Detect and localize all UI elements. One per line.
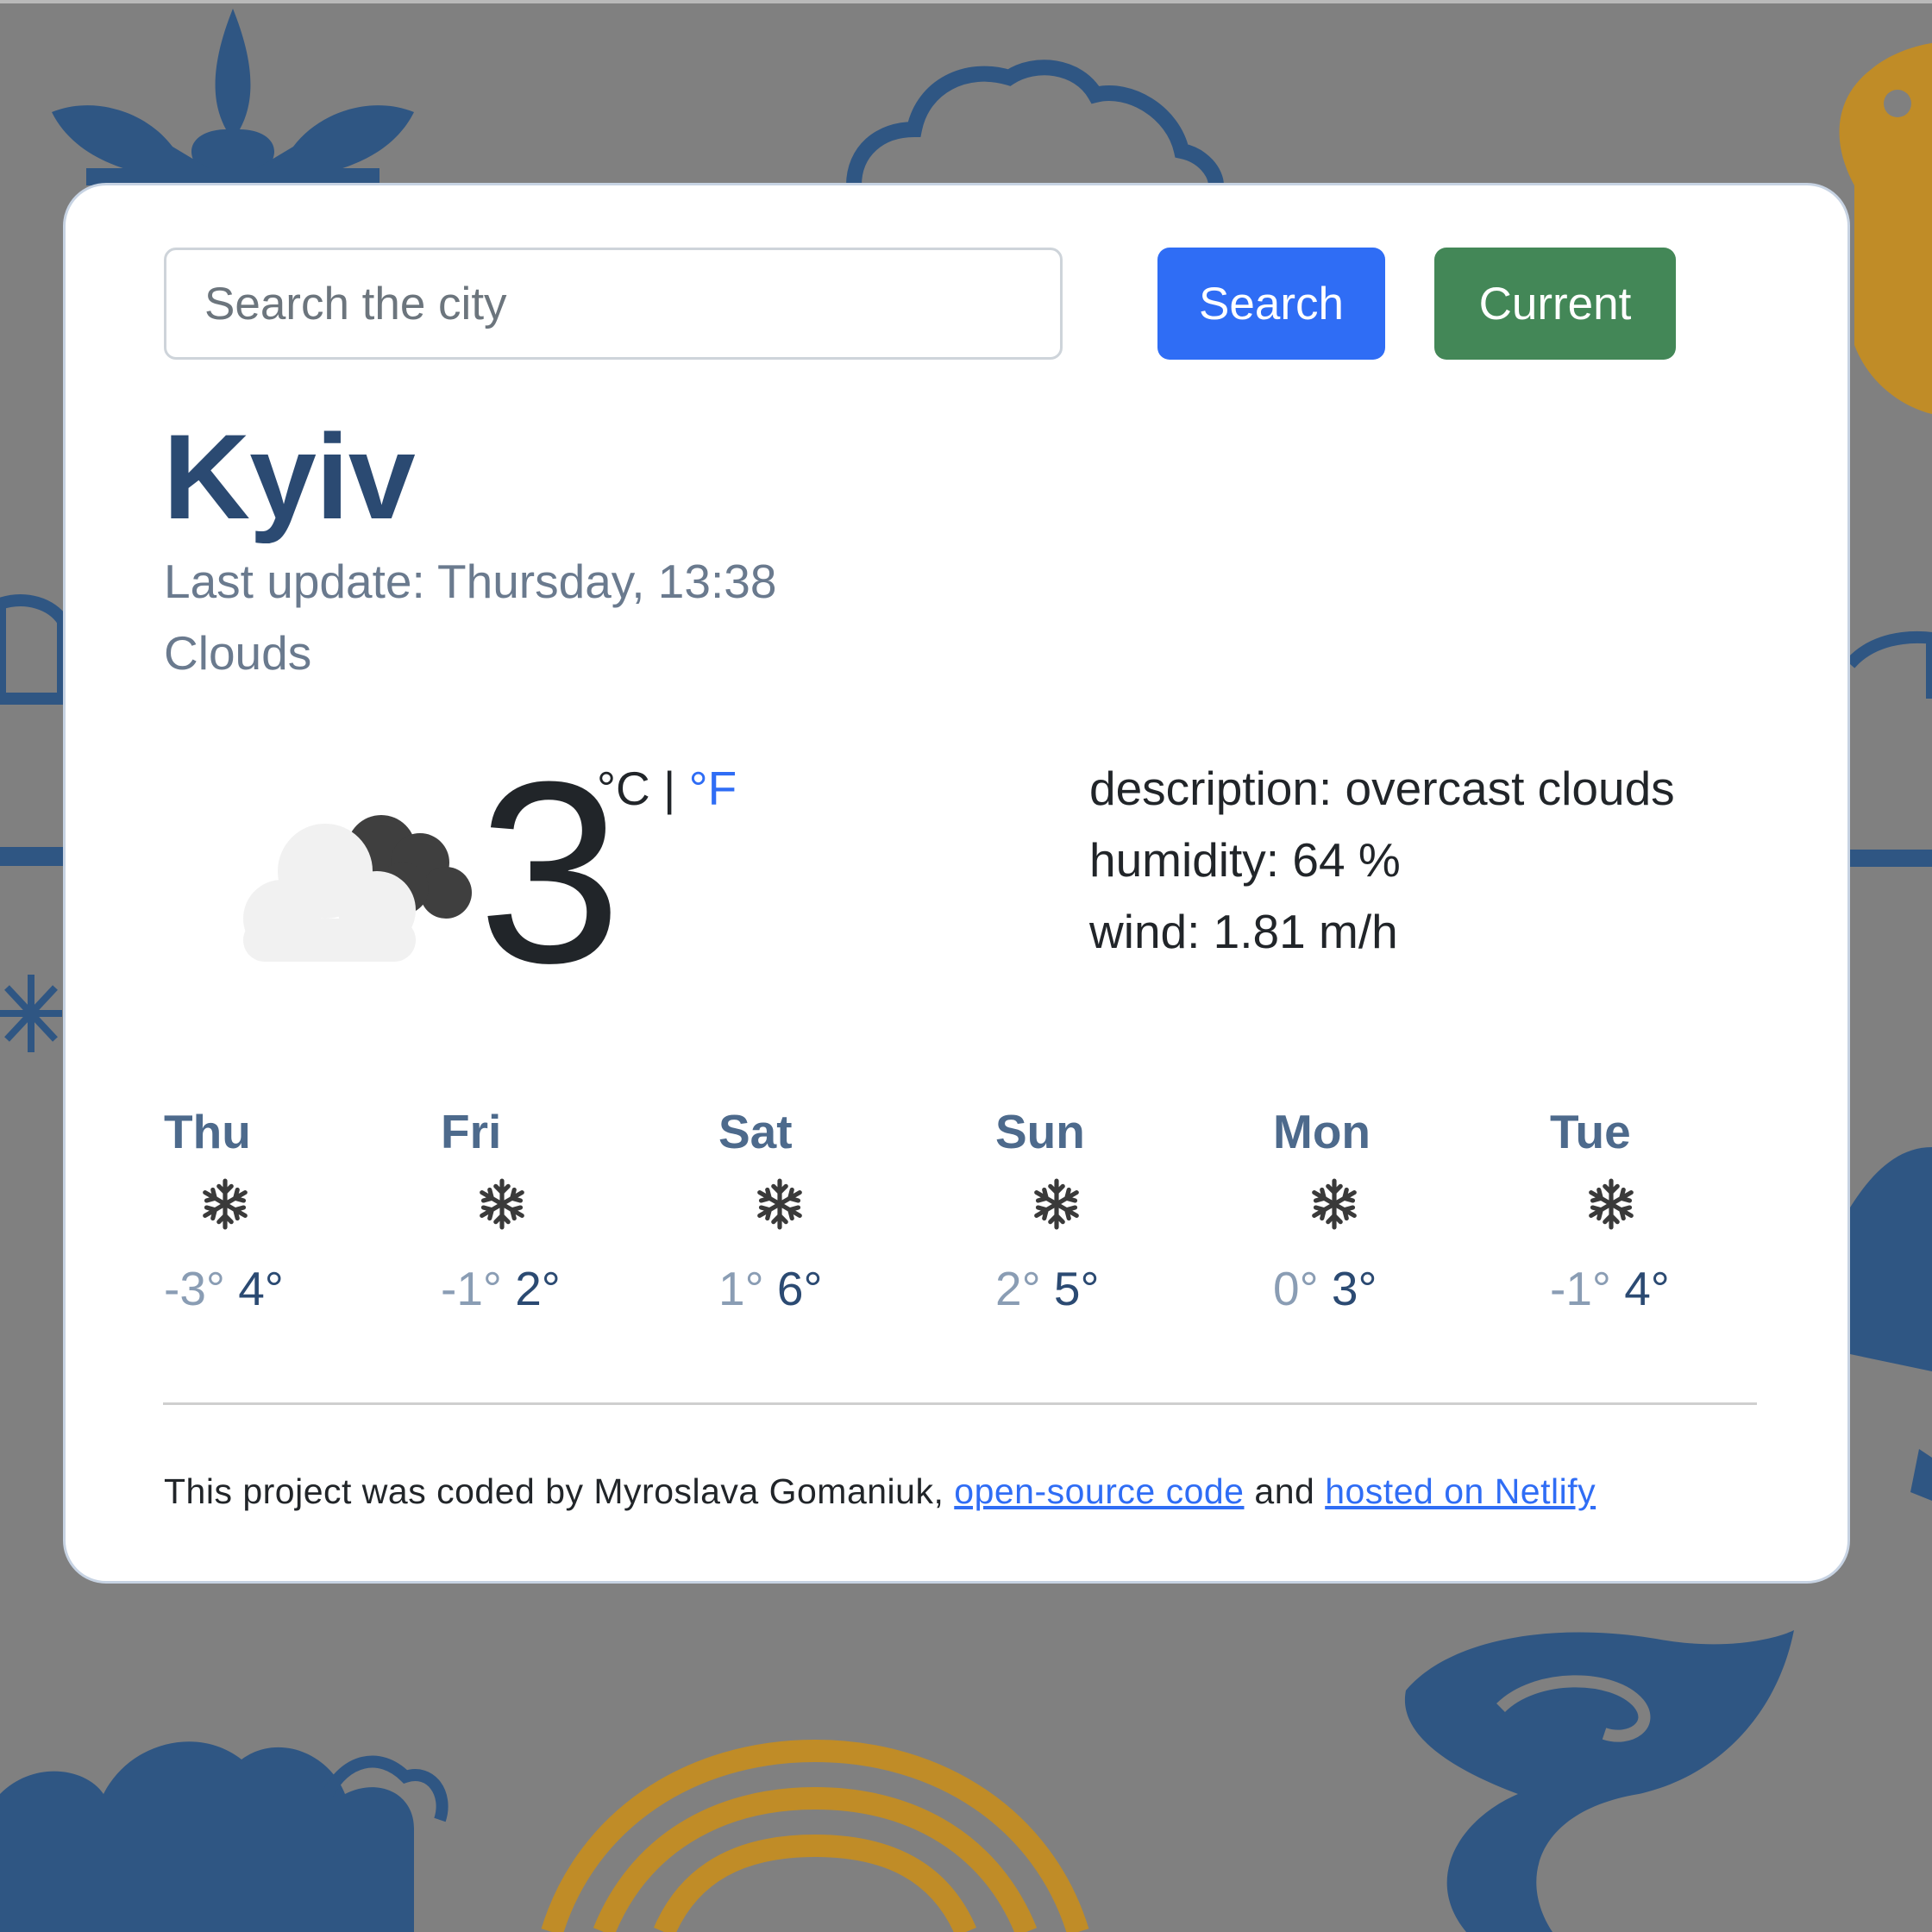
snowflake-icon [1584, 1177, 1638, 1231]
forecast-temps: -1° 2° [441, 1265, 561, 1313]
snowflake-ornament [0, 975, 62, 1052]
search-input[interactable] [164, 248, 1063, 360]
forecast-day-name: Thu [164, 1105, 251, 1158]
forecast-min: 2° [995, 1262, 1041, 1315]
divider [163, 1402, 1757, 1405]
forecast-max: 5° [1053, 1262, 1100, 1315]
forecast-temps: -1° 4° [1550, 1265, 1670, 1313]
forecast-row: Thu -3° 4° Fri -1° 2° Sat 1° 6° Sun 2° 5… [164, 1091, 1768, 1324]
open-source-code-link[interactable]: open-source code [954, 1471, 1244, 1511]
forecast-max: 2° [515, 1262, 561, 1315]
rainbow-ornament [541, 1739, 1089, 1932]
forecast-day-name: Sun [995, 1105, 1085, 1158]
forecast-min: 0° [1273, 1262, 1319, 1315]
forecast-day: Mon 0° 3° [1273, 1091, 1549, 1324]
weather-card: Search Current Kyiv Last update: Thursda… [63, 183, 1850, 1584]
forecast-day: Sat 1° 6° [718, 1091, 994, 1324]
snowflake-icon [475, 1177, 529, 1231]
weather-condition: Clouds [164, 626, 312, 680]
humidity-detail: humidity: 64 % [1089, 833, 1401, 887]
partly-cloudy-icon [243, 815, 472, 962]
cloud-outline-ornament [846, 60, 1224, 186]
city-name: Kyiv [163, 409, 416, 544]
forecast-max: 6° [776, 1262, 823, 1315]
weather-details: description: overcast clouds humidity: 6… [1089, 753, 1675, 968]
forecast-min: -1° [441, 1262, 502, 1315]
footer: This project was coded by Myroslava Goma… [164, 1471, 1596, 1513]
snowflake-icon [198, 1177, 252, 1231]
unit-fahrenheit-link[interactable]: °F [689, 762, 737, 815]
current-location-button[interactable]: Current [1434, 248, 1676, 360]
unit-toggle: °C | °F [597, 765, 737, 812]
forecast-temps: -3° 4° [164, 1265, 284, 1313]
forecast-min: -1° [1550, 1262, 1611, 1315]
snowflake-icon [753, 1177, 806, 1231]
search-button[interactable]: Search [1157, 248, 1385, 360]
forecast-day: Sun 2° 5° [995, 1091, 1271, 1324]
forecast-min: -3° [164, 1262, 225, 1315]
unit-celsius: °C [597, 762, 650, 815]
fleur-ornament [52, 9, 414, 185]
forecast-temps: 2° 5° [995, 1265, 1099, 1313]
forecast-temps: 1° 6° [718, 1265, 822, 1313]
forecast-max: 4° [1624, 1262, 1670, 1315]
forecast-day: Thu -3° 4° [164, 1091, 440, 1324]
forecast-day: Tue -1° 4° [1550, 1091, 1826, 1324]
footer-text: This project was coded by Myroslava Goma… [164, 1471, 955, 1511]
forecast-day-name: Fri [441, 1105, 502, 1158]
description-detail: description: overcast clouds [1089, 762, 1675, 815]
snowflake-icon [1308, 1177, 1361, 1231]
last-update: Last update: Thursday, 13:38 [164, 555, 777, 608]
forecast-temps: 0° 3° [1273, 1265, 1377, 1313]
forecast-day: Fri -1° 2° [441, 1091, 717, 1324]
unit-separator: | [649, 762, 689, 815]
footer-text-and: and [1244, 1471, 1326, 1511]
snowflake-icon [1030, 1177, 1083, 1231]
forecast-day-name: Mon [1273, 1105, 1371, 1158]
forecast-max: 4° [238, 1262, 284, 1315]
swirl-ornament [1404, 1630, 1794, 1932]
netlify-link[interactable]: hosted on Netlify [1325, 1471, 1596, 1511]
forecast-min: 1° [718, 1262, 764, 1315]
forecast-day-name: Sat [718, 1105, 793, 1158]
forecast-max: 3° [1331, 1262, 1377, 1315]
wind-detail: wind: 1.81 m/h [1089, 905, 1398, 958]
forecast-day-name: Tue [1550, 1105, 1631, 1158]
